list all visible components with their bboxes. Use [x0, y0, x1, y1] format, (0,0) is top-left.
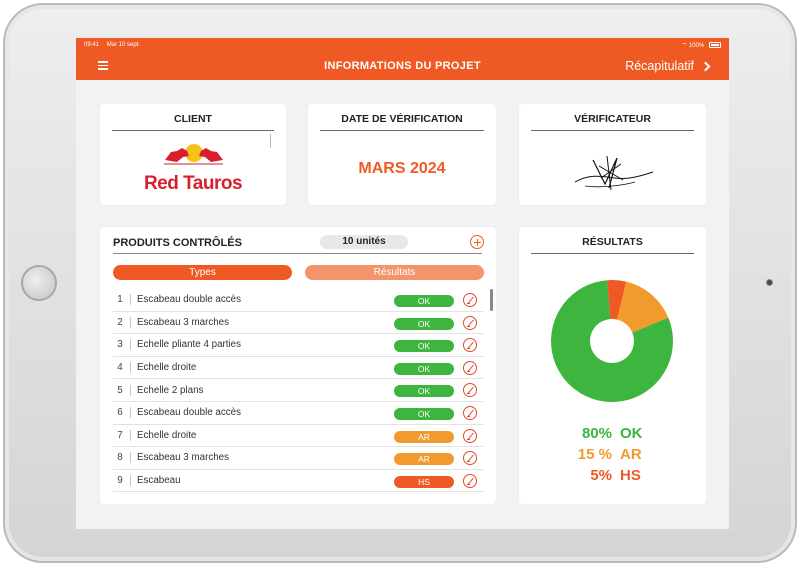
legend-ok-pct: 80%: [581, 425, 612, 442]
edit-icon[interactable]: [463, 428, 477, 443]
status-badge: OK: [394, 340, 454, 353]
results-title: RÉSULTATS: [582, 236, 643, 248]
date-card: DATE DE VÉRIFICATION MARS 2024: [308, 104, 496, 205]
status-badge: OK: [394, 317, 454, 330]
table-row[interactable]: 4 Echelle droite OK: [113, 357, 484, 380]
edit-icon[interactable]: [463, 360, 477, 375]
status-badge: OK: [394, 385, 454, 398]
legend-hs: 5% HS: [519, 467, 706, 484]
nav-bar: INFORMATIONS DU PROJET Récapitulatif: [76, 52, 729, 80]
row-number: 1: [117, 294, 123, 306]
status-bar: 09:41 Mar 10 sept. ⌔ 100%: [76, 38, 729, 52]
divider: [531, 253, 694, 254]
bull-logo-icon: [164, 144, 223, 165]
row-number: 7: [117, 429, 123, 441]
table-row[interactable]: 7 Echelle droite AR: [113, 425, 484, 448]
divider: [320, 130, 484, 131]
home-button[interactable]: [21, 265, 57, 301]
add-product-button[interactable]: [470, 235, 484, 249]
table-row[interactable]: 3 Echelle pliante 4 parties OK: [113, 334, 484, 357]
status-date: Mar 10 sept.: [106, 42, 141, 48]
verifier-title: VÉRIFICATEUR: [574, 113, 651, 125]
status-badge: AR: [394, 453, 454, 466]
battery-level: 100%: [688, 43, 705, 49]
verifier-card: VÉRIFICATEUR: [519, 104, 706, 205]
legend-ar: 15 % AR: [519, 446, 706, 463]
camera-icon: [766, 279, 773, 286]
products-title: PRODUITS CONTRÔLÉS: [113, 237, 242, 249]
recap-label: Récapitulatif: [625, 59, 694, 73]
row-number: 6: [117, 407, 123, 419]
tab-results[interactable]: Résultats: [305, 265, 484, 280]
signature-image: [574, 155, 654, 191]
divider: [270, 134, 271, 148]
scrollbar[interactable]: [490, 289, 493, 311]
legend-ok-label: OK: [620, 425, 643, 442]
client-title: CLIENT: [174, 113, 212, 125]
screen: 09:41 Mar 10 sept. ⌔ 100% INFORMATIONS D…: [76, 38, 729, 529]
chevron-right-icon: [700, 61, 711, 71]
status-badge: AR: [394, 430, 454, 443]
legend-ar-label: AR: [620, 446, 642, 463]
status-badge: HS: [394, 475, 454, 488]
client-card: CLIENT Red Tauros: [100, 104, 286, 205]
legend-ar-pct: 15 %: [577, 446, 612, 463]
status-badge: OK: [394, 362, 454, 375]
edit-icon[interactable]: [463, 405, 477, 420]
divider: [113, 253, 482, 254]
row-number: 9: [117, 475, 123, 487]
status-badge: OK: [394, 295, 454, 307]
table-row[interactable]: 6 Escabeau double accès OK: [113, 402, 484, 425]
table-row[interactable]: 2 Escabeau 3 marches OK: [113, 312, 484, 335]
divider: [112, 130, 274, 131]
table-row[interactable]: 9 Escabeau HS: [113, 470, 484, 493]
legend-hs-pct: 5%: [590, 467, 612, 484]
units-count: 10 unités: [320, 235, 408, 249]
status-badge: OK: [394, 407, 454, 420]
legend-hs-label: HS: [620, 467, 641, 484]
row-number: 4: [117, 362, 123, 374]
row-number: 3: [117, 339, 123, 351]
row-number: 2: [117, 316, 123, 328]
recap-button[interactable]: Récapitulatif: [625, 59, 711, 73]
table-row[interactable]: 8 Escabeau 3 marches AR: [113, 447, 484, 470]
legend-ok: 80% OK: [519, 425, 706, 442]
results-donut-chart: [551, 280, 673, 402]
status-time: 09:41: [84, 42, 100, 48]
results-card: RÉSULTATS 80% OK 15 % AR 5% HS: [519, 227, 706, 504]
client-logo-text: Red Tauros: [143, 173, 243, 194]
products-card: PRODUITS CONTRÔLÉS 10 unités Types Résul…: [100, 227, 496, 504]
product-list: 1 Escabeau double accès OK 2 Escabeau 3 …: [113, 289, 484, 493]
edit-icon[interactable]: [463, 315, 477, 330]
tab-types[interactable]: Types: [113, 265, 292, 280]
table-row[interactable]: 1 Escabeau double accès OK: [113, 289, 484, 312]
edit-icon[interactable]: [463, 293, 477, 307]
divider: [531, 130, 694, 131]
verification-date: MARS 2024: [358, 160, 446, 177]
row-number: 8: [117, 452, 123, 464]
wifi-icon: ⌔: [681, 43, 688, 49]
date-title: DATE DE VÉRIFICATION: [341, 113, 463, 125]
edit-icon[interactable]: [463, 473, 477, 488]
battery-icon: [709, 42, 721, 49]
row-number: 5: [117, 384, 123, 396]
table-row[interactable]: 5 Echelle 2 plans OK: [113, 379, 484, 402]
